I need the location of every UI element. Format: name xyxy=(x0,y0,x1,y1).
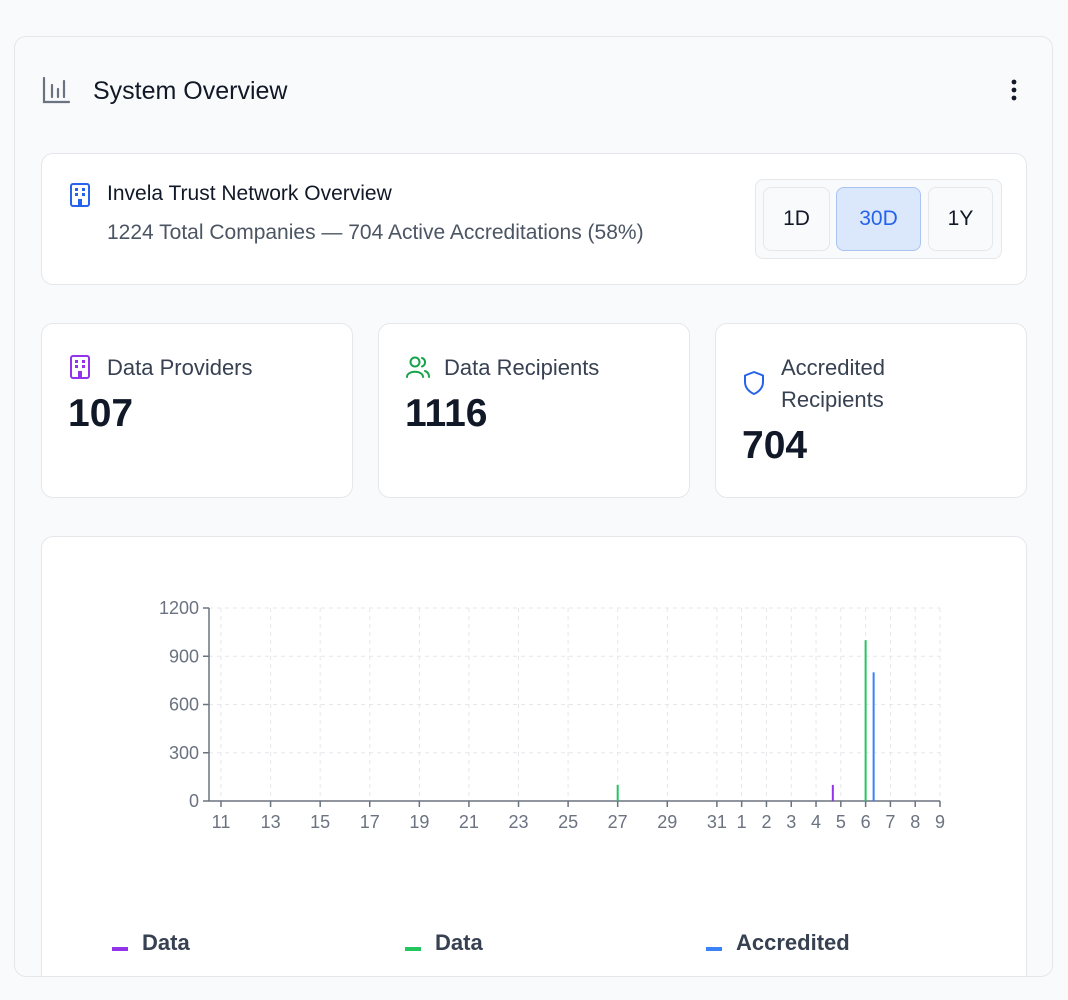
legend-swatch xyxy=(706,947,722,951)
y-tick-label: 900 xyxy=(169,646,199,666)
y-tick-label: 600 xyxy=(169,695,199,715)
overview-title: Invela Trust Network Overview xyxy=(107,182,392,205)
range-1d-button[interactable]: 1D xyxy=(763,187,830,251)
x-tick-label: 11 xyxy=(212,812,231,832)
users-icon xyxy=(405,354,431,380)
stat-label: Accredited Recipients xyxy=(781,355,885,412)
legend-item[interactable]: Accredited xyxy=(706,930,850,955)
x-tick-label: 7 xyxy=(885,812,895,832)
x-tick-label: 1 xyxy=(737,812,747,832)
building-icon xyxy=(68,182,92,208)
stat-card-accredited-recipients: Accredited Recipients 704 xyxy=(715,323,1027,498)
legend-item[interactable]: Data xyxy=(112,930,190,955)
y-tick-label: 1200 xyxy=(159,598,199,618)
overview-subtitle: 1224 Total Companies — 704 Active Accred… xyxy=(107,221,644,244)
legend-swatch xyxy=(405,947,421,951)
x-tick-label: 19 xyxy=(409,812,429,832)
x-tick-label: 29 xyxy=(657,812,677,832)
bar-chart-icon xyxy=(41,75,71,105)
legend-item[interactable]: Data xyxy=(405,930,483,955)
chart-bar xyxy=(872,672,875,801)
x-tick-label: 8 xyxy=(910,812,920,832)
x-tick-label: 25 xyxy=(558,812,578,832)
stat-value: 704 xyxy=(742,424,808,467)
stat-value: 1116 xyxy=(405,392,488,435)
panel-header: System Overview xyxy=(41,73,1031,107)
x-tick-label: 27 xyxy=(608,812,628,832)
legend-swatch xyxy=(112,947,128,951)
x-tick-label: 13 xyxy=(261,812,281,832)
x-tick-label: 23 xyxy=(509,812,529,832)
x-tick-label: 3 xyxy=(786,812,796,832)
more-vertical-icon[interactable] xyxy=(997,73,1031,107)
shield-icon xyxy=(742,370,768,396)
network-overview-card: Invela Trust Network Overview 1224 Total… xyxy=(41,153,1027,285)
legend-label: Accredited xyxy=(736,930,850,955)
chart-bar xyxy=(831,784,834,801)
chart-card: 0 300 600 900 1200 11 13 15 17 19 21 23 25 27 29 31 1 2 3 4… xyxy=(41,536,1027,976)
range-30d-button[interactable]: 30D xyxy=(836,187,921,251)
building-icon xyxy=(68,354,94,380)
legend-label: Data xyxy=(435,930,483,955)
x-tick-label: 4 xyxy=(811,812,821,832)
y-tick-label: 300 xyxy=(169,743,199,763)
stat-label: Data Providers xyxy=(107,355,253,380)
x-tick-label: 15 xyxy=(310,812,330,832)
x-tick-label: 31 xyxy=(707,812,727,832)
legend-label: Data xyxy=(142,930,190,955)
x-tick-label: 6 xyxy=(861,812,871,832)
stat-value: 107 xyxy=(68,392,134,435)
stat-card-data-recipients: Data Recipients 1116 xyxy=(378,323,690,498)
system-overview-panel: System Overview Invela Trust Network Ove… xyxy=(14,36,1053,977)
stat-label: Data Recipients xyxy=(444,355,600,380)
x-tick-label: 21 xyxy=(459,812,479,832)
growth-chart: 0300600900120011 13 15 17 19 21 23 25 27 29 31 1 2 3 4… xyxy=(159,598,945,832)
chart-bar xyxy=(616,784,619,801)
x-tick-label: 17 xyxy=(360,812,380,832)
panel-title: System Overview xyxy=(93,77,288,105)
stat-card-data-providers: Data Providers 107 xyxy=(41,323,353,498)
x-tick-label: 2 xyxy=(761,812,771,832)
x-tick-label: 5 xyxy=(836,812,846,832)
time-range-toggle: 1D 30D 1Y xyxy=(755,179,1002,259)
x-tick-label: 9 xyxy=(935,812,945,832)
range-1y-button[interactable]: 1Y xyxy=(928,187,993,251)
chart-bar xyxy=(864,640,867,801)
y-tick-label: 0 xyxy=(189,791,199,811)
